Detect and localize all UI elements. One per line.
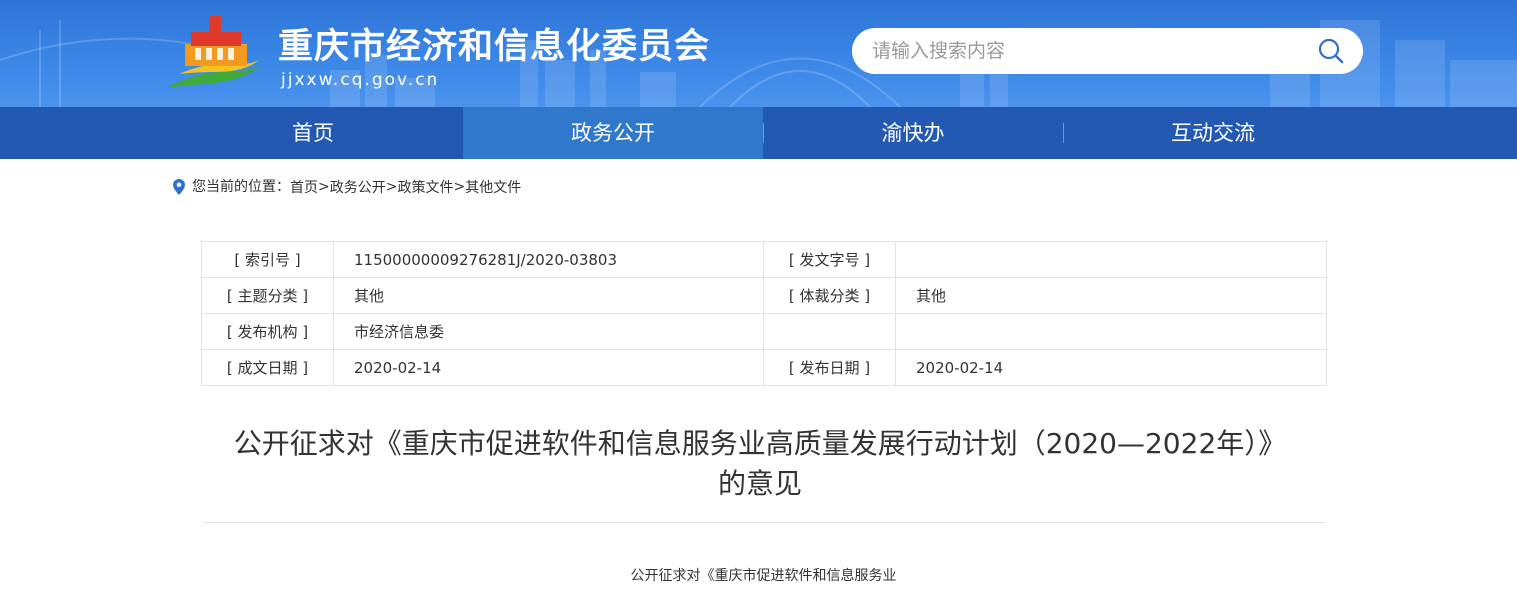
breadcrumb-policy-docs[interactable]: 政策文件: [397, 177, 453, 197]
search-input[interactable]: [872, 28, 1302, 74]
meta-label-written-date: [ 成文日期 ]: [201, 349, 334, 386]
breadcrumb-separator: >: [318, 179, 330, 195]
meta-value-index-number: 11500000009276281J/2020-03803: [333, 241, 764, 278]
site-logo-icon[interactable]: [165, 14, 263, 90]
location-pin-icon: [173, 179, 185, 195]
nav-item-home[interactable]: 首页: [163, 107, 463, 159]
nav-item-gov-affairs[interactable]: 政务公开: [463, 107, 763, 159]
meta-label-topic: [ 主题分类 ]: [201, 277, 334, 314]
document-title-line-2: 的意见: [717, 467, 802, 500]
meta-label-empty: [763, 313, 896, 350]
breadcrumb-separator: >: [385, 179, 398, 195]
breadcrumb-separator: >: [453, 179, 466, 195]
meta-label-index-number: [ 索引号 ]: [201, 241, 334, 278]
site-domain: jjxxw.cq.gov.cn: [281, 70, 440, 90]
meta-label-doc-number: [ 发文字号 ]: [763, 241, 896, 278]
meta-value-written-date: 2020-02-14: [333, 349, 764, 386]
meta-row-topic: [ 主题分类 ] 其他 [ 体裁分类 ] 其他: [201, 277, 1327, 314]
title-divider: [204, 522, 1325, 523]
meta-value-empty: [895, 313, 1327, 350]
meta-row-dates: [ 成文日期 ] 2020-02-14 [ 发布日期 ] 2020-02-14: [201, 349, 1327, 386]
nav-item-yukuaiban[interactable]: 渝快办: [763, 107, 1063, 159]
meta-row-publisher: [ 发布机构 ] 市经济信息委: [201, 313, 1327, 350]
site-header: 重庆市经济和信息化委员会 jjxxw.cq.gov.cn: [0, 0, 1517, 107]
breadcrumb-other-docs[interactable]: 其他文件: [465, 177, 521, 197]
breadcrumb-prefix: 您当前的位置：: [192, 179, 290, 195]
main-nav: 首页 政务公开 渝快办 互动交流: [0, 107, 1517, 159]
document-title-line-1: 公开征求对《重庆市促进软件和信息服务业高质量发展行动计划（2020—2022年）…: [233, 427, 1287, 460]
meta-value-topic: 其他: [333, 277, 764, 314]
breadcrumb-home[interactable]: 首页: [290, 177, 318, 197]
document-body-first-line: 公开征求对《重庆市促进软件和信息服务业: [630, 568, 897, 584]
search-icon[interactable]: [1317, 37, 1345, 65]
breadcrumb: 您当前的位置： 首页 > 政务公开 > 政策文件 > 其他文件: [173, 177, 521, 197]
document-title: 公开征求对《重庆市促进软件和信息服务业高质量发展行动计划（2020—2022年）…: [180, 424, 1340, 504]
site-title[interactable]: 重庆市经济和信息化委员会: [278, 18, 710, 69]
meta-label-publisher: [ 发布机构 ]: [201, 313, 334, 350]
search-box: [852, 28, 1363, 74]
meta-value-genre: 其他: [895, 277, 1327, 314]
document-meta-table: [ 索引号 ] 11500000009276281J/2020-03803 [ …: [201, 241, 1327, 386]
meta-label-genre: [ 体裁分类 ]: [763, 277, 896, 314]
meta-label-publish-date: [ 发布日期 ]: [763, 349, 896, 386]
meta-value-publish-date: 2020-02-14: [895, 349, 1327, 386]
breadcrumb-gov-affairs[interactable]: 政务公开: [330, 177, 386, 197]
meta-row-index-number: [ 索引号 ] 11500000009276281J/2020-03803 [ …: [201, 241, 1327, 278]
nav-item-interaction[interactable]: 互动交流: [1063, 107, 1363, 159]
meta-value-publisher: 市经济信息委: [333, 313, 764, 350]
meta-value-doc-number: [895, 241, 1327, 278]
